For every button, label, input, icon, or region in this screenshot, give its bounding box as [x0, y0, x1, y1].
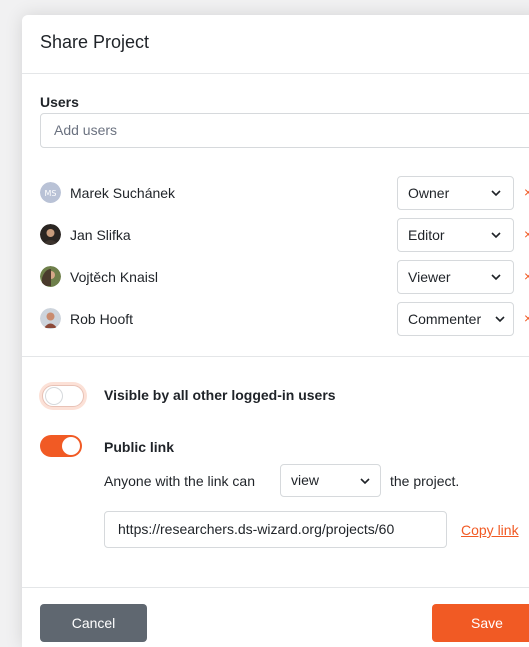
remove-user-icon[interactable]: ×: [524, 310, 529, 326]
toggle-knob: [62, 437, 80, 455]
chevron-down-icon: [491, 274, 501, 281]
permission-value: view: [291, 472, 320, 488]
user-name: Marek Suchánek: [70, 185, 176, 201]
public-link-url-field[interactable]: https://researchers.ds-wizard.org/projec…: [104, 511, 447, 548]
role-select[interactable]: Commenter: [397, 302, 514, 336]
remove-user-icon[interactable]: ×: [524, 226, 529, 242]
role-select[interactable]: Owner: [397, 176, 514, 210]
role-select[interactable]: Editor: [397, 218, 514, 252]
user-row: MS Marek Suchánek Owner ×: [40, 176, 529, 210]
user-row: Rob Hooft Commenter ×: [40, 302, 529, 336]
cancel-button[interactable]: Cancel: [40, 604, 147, 642]
role-value: Commenter: [408, 311, 482, 327]
user-row: Vojtěch Knaisl Viewer ×: [40, 260, 529, 294]
role-value: Owner: [408, 185, 450, 201]
chevron-down-icon: [360, 478, 370, 485]
chevron-down-icon: [491, 232, 501, 239]
chevron-down-icon: [495, 316, 505, 323]
dialog-title: Share Project: [40, 32, 150, 52]
user-avatar: [40, 224, 61, 245]
add-users-input[interactable]: Add users: [40, 113, 529, 148]
users-label: Users: [40, 94, 79, 110]
chevron-down-icon: [491, 190, 501, 197]
permission-select[interactable]: view: [280, 464, 381, 497]
share-project-dialog: Share Project Users Add users MS Marek S…: [22, 15, 529, 647]
public-link-label: Public link: [104, 439, 175, 455]
footer-divider: [22, 587, 529, 588]
toggle-knob: [45, 387, 63, 405]
role-select[interactable]: Viewer: [397, 260, 514, 294]
user-row: Jan Slifka Editor ×: [40, 218, 529, 252]
dialog-header: Share Project: [22, 15, 529, 74]
user-name: Jan Slifka: [70, 227, 131, 243]
visibility-label: Visible by all other logged-in users: [104, 387, 336, 403]
role-value: Viewer: [408, 269, 451, 285]
user-avatar: MS: [40, 182, 61, 203]
user-avatar: [40, 308, 61, 329]
link-sentence-end: the project.: [390, 473, 460, 489]
public-link-toggle[interactable]: [40, 435, 82, 457]
remove-user-icon[interactable]: ×: [524, 184, 529, 200]
section-divider: [22, 356, 529, 357]
user-name: Vojtěch Knaisl: [70, 269, 158, 285]
save-button[interactable]: Save: [432, 604, 529, 642]
link-sentence-start: Anyone with the link can: [104, 473, 255, 489]
copy-link-button[interactable]: Copy link: [461, 522, 519, 538]
role-value: Editor: [408, 227, 445, 243]
visibility-toggle[interactable]: [42, 385, 84, 407]
remove-user-icon[interactable]: ×: [524, 268, 529, 284]
user-name: Rob Hooft: [70, 311, 134, 327]
user-avatar: [40, 266, 61, 287]
svg-text:MS: MS: [45, 189, 57, 198]
